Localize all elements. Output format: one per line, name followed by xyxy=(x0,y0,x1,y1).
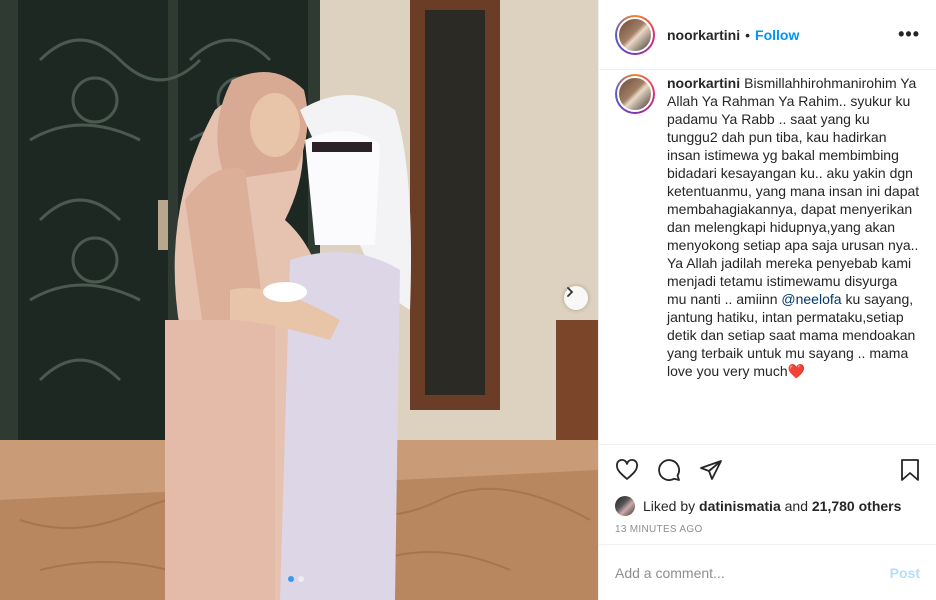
add-comment-bar: Post xyxy=(599,544,936,600)
more-options-icon[interactable]: ••• xyxy=(898,24,920,45)
avatar-image xyxy=(617,16,653,53)
share-button[interactable] xyxy=(697,456,725,484)
profile-avatar[interactable] xyxy=(615,14,655,55)
likes-line: Liked by datinismatia and 21,780 others xyxy=(599,494,936,518)
carousel-next-button[interactable] xyxy=(564,286,588,310)
header-username[interactable]: noorkartini xyxy=(667,27,740,43)
paper-plane-icon xyxy=(700,459,722,480)
comments-area: noorkartini Bismillahhirohmanirohim Ya Al… xyxy=(599,70,936,444)
red-heart-emoji: ❤️ xyxy=(787,363,806,379)
avatar-image xyxy=(617,76,653,112)
likes-and: and xyxy=(784,498,808,514)
comment-bubble-icon xyxy=(658,458,680,481)
chevron-right-icon xyxy=(567,287,574,297)
save-button[interactable] xyxy=(896,456,924,484)
post-header: noorkartini • Follow ••• xyxy=(599,0,936,70)
comment-button[interactable] xyxy=(655,456,683,484)
post-caption: noorkartini Bismillahhirohmanirohim Ya Al… xyxy=(667,74,920,444)
post-comment-button[interactable]: Post xyxy=(890,565,920,581)
post-side-panel: noorkartini • Follow ••• noorkartini Bism… xyxy=(598,0,936,600)
caption-avatar[interactable] xyxy=(615,74,655,114)
follow-button[interactable]: Follow xyxy=(755,27,799,43)
likes-count-link[interactable]: 21,780 others xyxy=(812,498,902,514)
post-timestamp[interactable]: 13 MINUTES AGO xyxy=(599,518,936,544)
caption-mention-link[interactable]: @neelofa xyxy=(781,291,841,307)
like-button[interactable] xyxy=(613,456,641,484)
bookmark-icon xyxy=(901,458,919,481)
liker-avatar[interactable] xyxy=(615,496,635,516)
action-bar xyxy=(599,444,936,494)
caption-text: Bismillahhirohmanirohim Ya Allah Ya Rahm… xyxy=(667,75,920,307)
header-separator: • xyxy=(745,26,751,43)
comment-input[interactable] xyxy=(615,564,890,581)
carousel-dot xyxy=(298,576,304,582)
photo-illustration xyxy=(0,0,598,600)
likes-prefix: Liked by xyxy=(643,498,696,514)
instagram-post-modal: noorkartini • Follow ••• noorkartini Bism… xyxy=(0,0,936,600)
carousel-dots xyxy=(288,576,304,582)
liker-username[interactable]: datinismatia xyxy=(699,498,781,514)
heart-outline-icon xyxy=(616,458,638,480)
post-photo[interactable] xyxy=(0,0,598,600)
caption-username[interactable]: noorkartini xyxy=(667,75,740,91)
carousel-dot-active xyxy=(288,576,294,582)
